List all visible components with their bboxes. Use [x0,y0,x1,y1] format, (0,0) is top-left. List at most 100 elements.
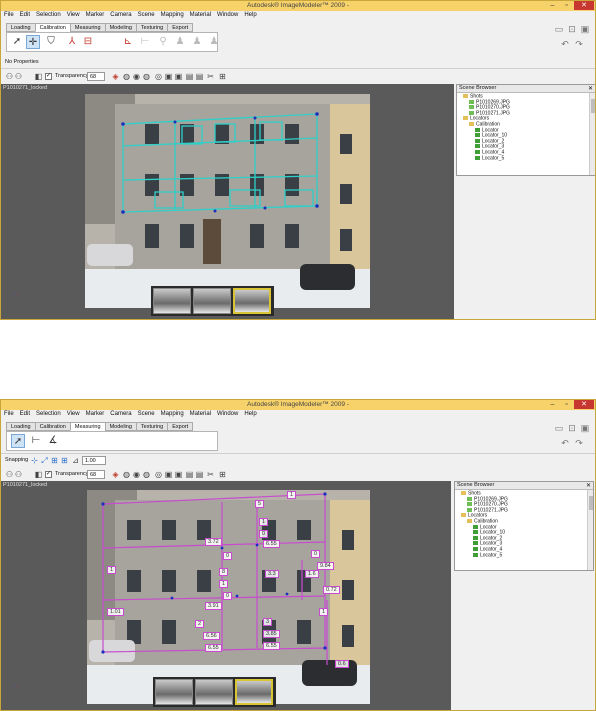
measurement-label[interactable]: 6.55 [263,642,280,650]
menu-material[interactable]: Material [187,11,214,19]
transparency-checkbox[interactable]: ✓ [45,471,52,478]
calibrate-icon[interactable]: ⚲ [156,35,170,49]
measurement-label[interactable]: 3.91 [205,602,222,610]
snap-edge-icon[interactable]: ⤢ [40,456,49,465]
menu-scene[interactable]: Scene [135,410,158,418]
frame-alt-icon[interactable]: ▣ [174,470,183,479]
snap-grid-icon[interactable]: ⊞ [60,456,69,465]
tab-measuring[interactable]: Measuring [69,422,106,431]
camera-lock-icon[interactable]: ♟ [207,35,221,49]
measure-angle-icon[interactable]: ∡ [46,434,60,448]
minimize-icon[interactable]: – [546,1,559,10]
measurement-label[interactable]: 1 [107,566,117,574]
textured-sphere-icon[interactable]: ◍ [142,72,151,81]
measurement-label[interactable]: 0 [223,592,233,600]
menu-view[interactable]: View [64,410,83,418]
tab-modeling[interactable]: Modeling [104,23,137,32]
snap-face-icon[interactable]: ⊞ [50,456,59,465]
wireframe-sphere-icon[interactable]: ◍ [122,470,131,479]
menu-view[interactable]: View [64,11,83,19]
camera-icon[interactable]: ♟ [173,35,187,49]
target-icon[interactable]: ◎ [154,470,163,479]
film-alt-icon[interactable]: ▤ [195,72,204,81]
add-locator-icon[interactable]: ✛ [26,35,40,49]
menu-help[interactable]: Help [241,410,259,418]
scale-spinner[interactable]: 1.00 [82,456,106,465]
zoom-icon[interactable]: ⚇ [14,72,23,81]
measurement-label[interactable]: 1 [259,518,269,526]
measurement-label[interactable]: 3.3 [265,570,279,578]
save-icon[interactable]: ▣ [580,423,590,433]
measurement-label[interactable]: 6.56 [203,632,220,640]
thumbnail-shot-3[interactable] [235,679,273,705]
open-folder-icon[interactable]: ⊡ [567,24,577,34]
undo-icon[interactable]: ↶ [560,438,570,448]
transparency-spinner[interactable]: 68 [87,72,105,81]
menu-help[interactable]: Help [241,11,259,19]
measurement-label[interactable]: 3.72 [205,538,222,546]
open-folder-icon[interactable]: ⊡ [567,423,577,433]
panel-close-icon[interactable]: ✕ [588,85,593,92]
wireframe-sphere-icon[interactable]: ◍ [122,72,131,81]
new-document-icon[interactable]: ▭ [554,24,564,34]
minimize-icon[interactable]: – [546,400,559,409]
menu-camera[interactable]: Camera [107,410,134,418]
target-icon[interactable]: ◎ [154,72,163,81]
measurement-label[interactable]: 8 [219,568,229,576]
film-icon[interactable]: ▤ [185,72,194,81]
thumbnail-shot-2[interactable] [193,288,231,314]
measurement-label[interactable]: 9.84 [317,562,334,570]
measure-reference-icon[interactable]: ⊟ [81,35,95,49]
measurement-label[interactable]: 3.85 [263,630,280,638]
scene-browser-scrollbar[interactable] [589,93,595,175]
shaded-sphere-icon[interactable]: ◉ [132,470,141,479]
thumbnail-shot-1[interactable] [153,288,191,314]
menu-edit[interactable]: Edit [17,11,33,19]
measurement-label[interactable]: 5 [255,500,265,508]
thumbnail-shot-1[interactable] [155,679,193,705]
tab-calibration[interactable]: Calibration [34,23,71,32]
measurement-label[interactable]: 1.6 [305,570,319,578]
transparency-spinner[interactable]: 68 [87,470,105,479]
maximize-icon[interactable]: ▫ [560,1,573,10]
panel-close-icon[interactable]: ✕ [586,482,591,489]
constraint-icon[interactable]: ⊢ [138,35,152,49]
measurement-label[interactable]: 1.01 [107,608,124,616]
tab-calibration[interactable]: Calibration [34,422,71,431]
thumbnail-shot-3[interactable] [233,288,271,314]
menu-marker[interactable]: Marker [83,410,108,418]
close-icon[interactable]: ✕ [574,400,594,409]
tab-loading[interactable]: Loading [6,422,36,431]
redo-icon[interactable]: ↷ [574,438,584,448]
tab-modeling[interactable]: Modeling [104,422,137,431]
select-arrow-icon[interactable]: ➚ [10,35,24,49]
contrast-icon[interactable]: ◧ [34,72,43,81]
measurement-label[interactable]: 0 [223,552,233,560]
tab-loading[interactable]: Loading [6,23,36,32]
menu-selection[interactable]: Selection [33,11,64,19]
frame-alt-icon[interactable]: ▣ [174,72,183,81]
measurement-label[interactable]: 1 [219,580,229,588]
scene-browser-scrollbar[interactable] [587,490,593,570]
axis-icon[interactable]: ⅄ [65,35,79,49]
tab-texturing[interactable]: Texturing [135,422,169,431]
measurement-label[interactable]: 3 [263,618,273,626]
menu-scene[interactable]: Scene [135,11,158,19]
pan-icon[interactable]: ⚇ [5,72,14,81]
shaded-sphere-icon[interactable]: ◉ [132,72,141,81]
film-icon[interactable]: ▤ [185,470,194,479]
menu-file[interactable]: File [1,410,17,418]
save-icon[interactable]: ▣ [580,24,590,34]
snap-point-icon[interactable]: ⊹ [30,456,39,465]
pan-icon[interactable]: ⚇ [5,470,14,479]
menu-selection[interactable]: Selection [33,410,64,418]
scissors-icon[interactable]: ✂ [206,72,215,81]
menu-marker[interactable]: Marker [83,11,108,19]
measurement-label[interactable]: 0.72 [323,586,340,594]
3d-viewport[interactable]: P1010271_locked [1,84,454,319]
menu-material[interactable]: Material [187,410,214,418]
contrast-icon[interactable]: ◧ [34,470,43,479]
tree-item[interactable]: Locator_5 [457,155,595,162]
measurement-label[interactable]: 6.55 [263,540,280,548]
select-arrow-icon[interactable]: ➚ [11,434,25,448]
